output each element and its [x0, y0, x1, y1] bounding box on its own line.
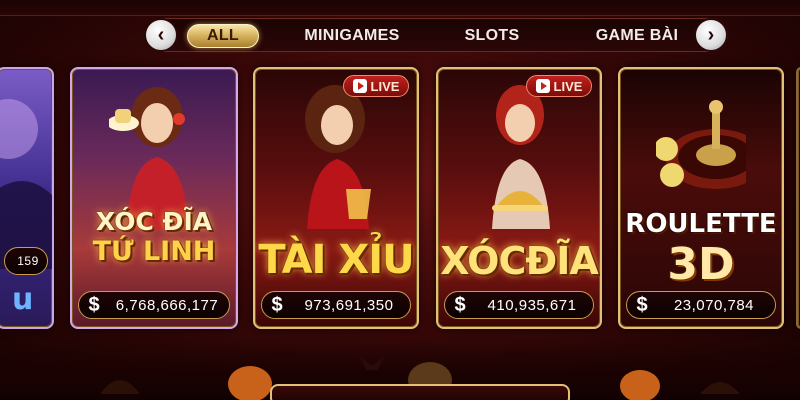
tab-all[interactable]: ALL [187, 24, 259, 48]
jackpot-display: $ 6,768,666,177 [78, 291, 230, 319]
roulette-wheel-art [656, 100, 746, 189]
game-art: u [0, 99, 52, 317]
game-title-line2: 3D [667, 239, 735, 290]
game-card-xoc-dia-tu-linh[interactable]: XÓC ĐĨA TỨ LINH $ 6,768,666,177 [70, 67, 238, 329]
tab-slots[interactable]: SLOTS [457, 24, 527, 48]
dollar-icon: $ [88, 293, 100, 316]
game-card-partial-left[interactable]: u 159 [0, 67, 54, 329]
game-card-roulette-3d[interactable]: ROULETTE 3D $ 23,070,784 [618, 67, 784, 329]
bottom-panel [270, 384, 570, 400]
jackpot-amount: 23,070,784 [673, 296, 755, 314]
tab-game-bai[interactable]: GAME BÀI [592, 24, 682, 48]
jackpot-display: $ 410,935,671 [444, 291, 594, 319]
game-title-line1: ROULETTE [625, 209, 777, 239]
svg-text:u: u [12, 282, 33, 317]
jackpot-display: $ 973,691,350 [261, 291, 411, 319]
jackpot-amount: 410,935,671 [487, 296, 577, 314]
category-tab-bar: ALL MINIGAMES SLOTS GAME BÀI [146, 18, 728, 52]
dollar-icon: $ [271, 293, 283, 316]
dealer-portrait [305, 85, 371, 229]
next-category-button[interactable]: › [694, 18, 728, 52]
live-label: LIVE [553, 78, 583, 94]
dealer-portrait [492, 85, 550, 229]
top-banner-strip [0, 0, 800, 16]
dollar-icon: $ [636, 293, 648, 316]
game-card-xoc-dia[interactable]: LIVE XÓCĐĨA $ 410,935,671 [436, 67, 602, 329]
tab-minigames[interactable]: MINIGAMES [297, 24, 407, 48]
game-title: TÀI XỈU [258, 237, 414, 283]
game-title: XÓCĐĨA [440, 239, 599, 283]
game-title: ROULETTE 3D [620, 209, 782, 290]
live-badge: LIVE [526, 75, 592, 97]
live-badge: LIVE [343, 75, 409, 97]
game-card-tai-xiu[interactable]: LIVE TÀI XỈU $ 973,691,350 [253, 67, 419, 329]
chevron-right-icon: › [707, 24, 715, 46]
jackpot-amount: 159 [17, 254, 39, 268]
game-title: XÓC ĐĨA TỨ LINH [72, 207, 236, 267]
prev-category-button[interactable]: ‹ [144, 18, 178, 52]
play-icon [535, 79, 550, 93]
dollar-icon: $ [454, 293, 466, 316]
live-label: LIVE [370, 78, 400, 94]
play-icon [352, 79, 367, 93]
jackpot-display: $ 23,070,784 [626, 291, 776, 319]
game-title-line2: TỨ LINH [92, 236, 216, 267]
jackpot-display: 159 [4, 247, 48, 275]
game-card-partial-right[interactable] [796, 67, 800, 329]
jackpot-amount: 973,691,350 [304, 296, 394, 314]
game-title-line1: XÓC ĐĨA [95, 207, 213, 236]
chevron-left-icon: ‹ [157, 24, 165, 46]
jackpot-amount: 6,768,666,177 [115, 296, 219, 314]
